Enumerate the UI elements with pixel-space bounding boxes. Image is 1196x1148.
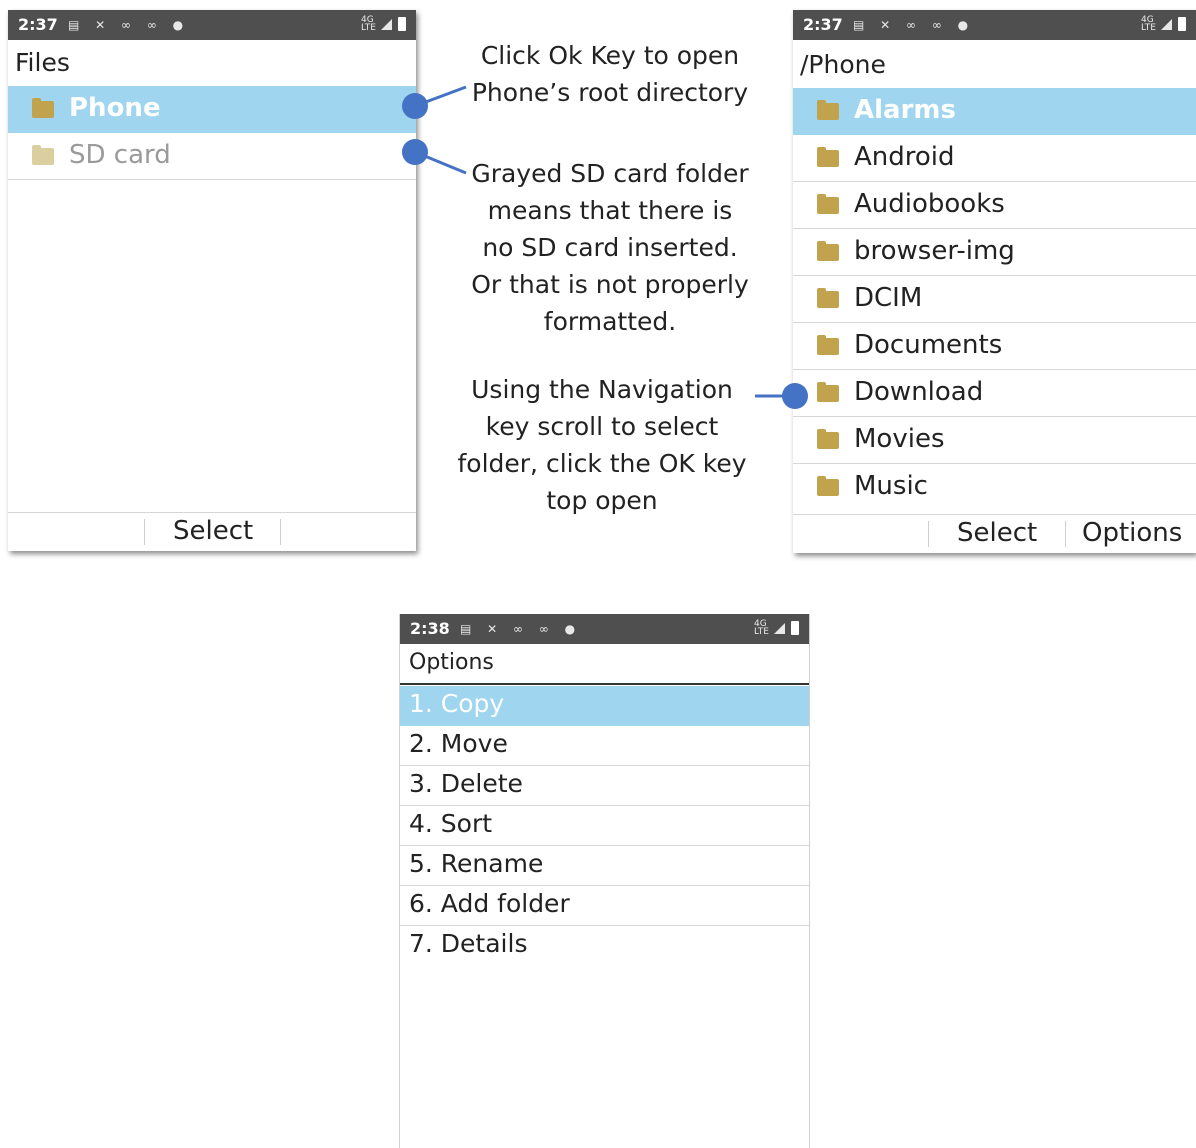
annotation-line: key scroll to select bbox=[485, 412, 719, 441]
annotation-line: folder, click the OK key bbox=[457, 449, 747, 478]
annotation-line: Using the Navigation bbox=[471, 375, 733, 404]
annotation-line: Phone’s root directory bbox=[471, 78, 749, 107]
callout-dot-sd-card bbox=[402, 139, 428, 165]
annotation-line: no SD card inserted. bbox=[482, 233, 738, 262]
callout-dot-ok-key bbox=[402, 93, 428, 119]
annotation-ok-key: Click Ok Key to open Phone’s root direct… bbox=[462, 37, 758, 111]
annotation-line: means that there is bbox=[487, 196, 733, 225]
annotation-line: formatted. bbox=[543, 307, 677, 336]
annotation-line: top open bbox=[546, 486, 658, 515]
annotation-sd-card: Grayed SD card folder means that there i… bbox=[462, 155, 758, 340]
callout-dot-navigation bbox=[782, 383, 808, 409]
annotation-line: Click Ok Key to open bbox=[480, 41, 740, 70]
annotation-line: Or that is not properly bbox=[471, 270, 749, 299]
annotation-line: Grayed SD card folder bbox=[471, 159, 749, 188]
annotation-navigation: Using the Navigation key scroll to selec… bbox=[448, 371, 756, 519]
